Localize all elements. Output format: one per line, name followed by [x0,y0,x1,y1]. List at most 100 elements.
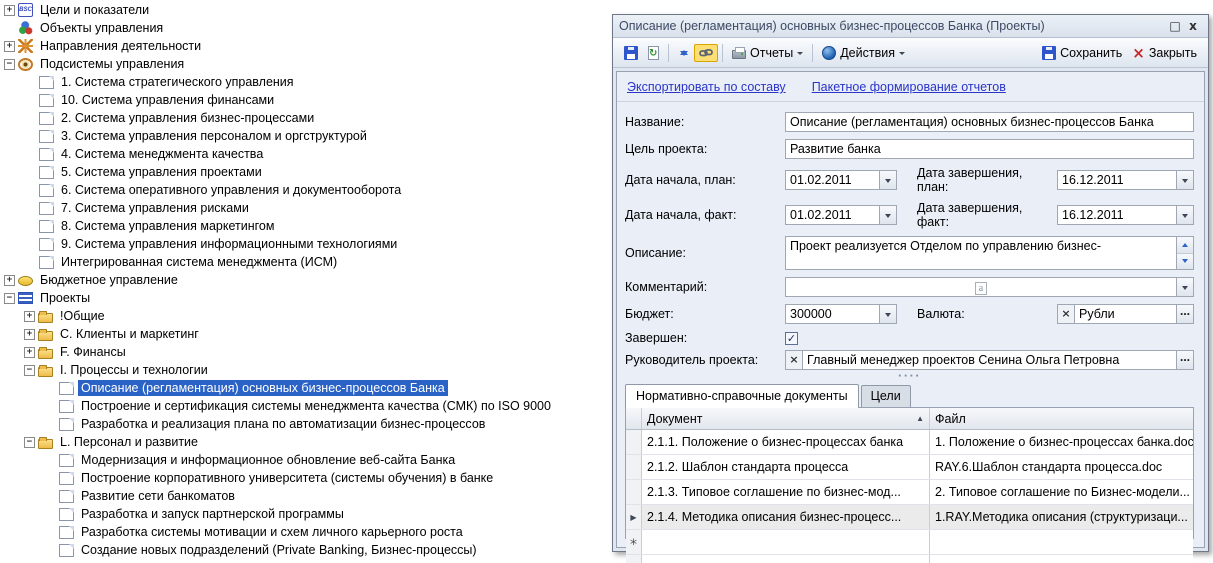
maximize-icon[interactable]: □ [1166,17,1184,35]
tree-item[interactable]: 2. Система управления бизнес-процессами [0,109,612,127]
tree-item[interactable]: Объекты управления [0,19,612,37]
tree-item[interactable]: + C. Клиенты и маркетинг [0,325,612,343]
row-selector[interactable]: ▶ [626,505,642,529]
expand-icon[interactable]: + [4,41,15,52]
collapse-icon[interactable]: − [4,293,15,304]
expand-icon[interactable]: + [4,5,15,16]
tree-item[interactable]: Описание (регламентация) основных бизнес… [0,379,612,397]
tree-item-label[interactable]: Разработка и реализация плана по автомат… [78,416,488,432]
tree-item[interactable]: Интегрированная система менеджмента (ИСМ… [0,253,612,271]
tree-item[interactable]: Разработка и реализация плана по автомат… [0,415,612,433]
table-row[interactable]: ▶2.1.4. Методика описания бизнес-процесс… [626,505,1193,530]
tree-item-label[interactable]: Направления деятельности [37,38,204,54]
tree-item[interactable]: Развитие сети банкоматов [0,487,612,505]
tab-documents[interactable]: Нормативно-справочные документы [625,384,859,408]
tree-item[interactable]: − Проекты [0,289,612,307]
cell-file[interactable]: 2. Типовое соглашение по Бизнес-модели..… [930,480,1193,504]
tree-item-label[interactable]: C. Клиенты и маркетинг [57,326,202,342]
tree-item[interactable]: 7. Система управления рисками [0,199,612,217]
end-fact-field[interactable]: 16.12.2011 [1057,205,1194,225]
description-field[interactable]: Проект реализуется Отделом по управлению… [785,236,1194,270]
goal-field[interactable]: Развитие банка [785,139,1194,159]
currency-field[interactable]: × Рубли … [1057,304,1194,324]
tree-item-label[interactable]: Цели и показатели [37,2,152,18]
tree-item-label[interactable]: 2. Система управления бизнес-процессами [58,110,317,126]
expand-icon[interactable]: + [24,347,35,358]
tree-item-label[interactable]: Построение корпоративного университета (… [78,470,496,486]
clear-icon[interactable]: × [786,351,803,369]
tree-item[interactable]: + Цели и показатели [0,1,612,19]
column-header-file[interactable]: Файл [930,408,1193,429]
cell-document[interactable]: 2.1.2. Шаблон стандарта процесса [642,455,930,479]
tree-item-label[interactable]: 7. Система управления рисками [58,200,252,216]
tree-item-label[interactable]: Разработка и запуск партнерской программ… [78,506,347,522]
reports-button[interactable]: Отчеты [727,43,808,63]
tree-item-label[interactable]: 10. Система управления финансами [58,92,277,108]
tree-item-label[interactable]: Развитие сети банкоматов [78,488,238,504]
tree-item[interactable]: 8. Система управления маркетингом [0,217,612,235]
save-button-icon[interactable] [619,43,643,63]
collapse-icon[interactable]: − [24,437,35,448]
tree-item[interactable]: + Направления деятельности [0,37,612,55]
collapse-icon[interactable]: − [24,365,35,376]
ellipsis-button[interactable]: … [1176,305,1193,323]
dropdown-icon[interactable] [879,171,896,189]
close-button[interactable]: × Закрыть [1127,43,1202,63]
tree-item-label[interactable]: 6. Система оперативного управления и док… [58,182,404,198]
tree-item-label[interactable]: Объекты управления [37,20,166,36]
tree-item-label[interactable]: Построение и сертификация системы менедж… [78,398,554,414]
link-toggle-button[interactable] [694,44,718,62]
batch-reports-link[interactable]: Пакетное формирование отчетов [812,80,1006,94]
collapse-icon[interactable]: − [4,59,15,70]
tree-item[interactable]: −Подсистемы управления [0,55,612,73]
tree-item[interactable]: 1. Система стратегического управления [0,73,612,91]
save-button[interactable]: Сохранить [1037,43,1127,63]
cell-document[interactable]: 2.1.1. Положение о бизнес-процессах банк… [642,430,930,454]
tree-item[interactable]: −L. Персонал и развитие [0,433,612,451]
table-row[interactable]: 2.1.1. Положение о бизнес-процессах банк… [626,430,1193,455]
tree-item-label[interactable]: 5. Система управления проектами [58,164,265,180]
column-header-document[interactable]: Документ ▲ [642,408,930,429]
tab-goals[interactable]: Цели [861,385,911,407]
dropdown-icon[interactable] [879,305,896,323]
tree-item-label[interactable]: 9. Система управления информационными те… [58,236,400,252]
tree-item[interactable]: Разработка и запуск партнерской программ… [0,505,612,523]
expand-icon[interactable]: + [24,329,35,340]
row-selector[interactable] [626,455,642,479]
cell-file[interactable]: 1.RAY.Методика описания (структуризаци..… [930,505,1193,529]
expand-icon[interactable]: + [24,311,35,322]
cell-document[interactable]: 2.1.3. Типовое соглашение по бизнес-мод.… [642,480,930,504]
new-row[interactable]: * [626,530,1193,555]
start-plan-field[interactable]: 01.02.2011 [785,170,897,190]
expand-icon[interactable]: + [4,275,15,286]
tree-item-label[interactable]: 3. Система управления персоналом и оргст… [58,128,370,144]
scroll-down-icon[interactable] [1177,254,1193,270]
tree-item[interactable]: + F. Финансы [0,343,612,361]
tree-item[interactable]: Построение и сертификация системы менедж… [0,397,612,415]
tree-item-label[interactable]: 1. Система стратегического управления [58,74,297,90]
cell-document[interactable]: 2.1.4. Методика описания бизнес-процесс.… [642,505,930,529]
tree-item-label[interactable]: 4. Система менеджмента качества [58,146,266,162]
budget-field[interactable]: 300000 [785,304,897,324]
tree-item[interactable]: +Бюджетное управление [0,271,612,289]
tree-item[interactable]: 5. Система управления проектами [0,163,612,181]
start-fact-field[interactable]: 01.02.2011 [785,205,897,225]
name-field[interactable]: Описание (регламентация) основных бизнес… [785,112,1194,132]
row-selector[interactable] [626,430,642,454]
tree-item[interactable]: 9. Система управления информационными те… [0,235,612,253]
cell-file[interactable]: RAY.6.Шаблон стандарта процесса.doc [930,455,1193,479]
export-link[interactable]: Экспортировать по составу [627,80,786,94]
tree-item-label[interactable]: F. Финансы [57,344,129,360]
tree-item-label[interactable]: !Общие [57,308,108,324]
tree-item-label[interactable]: Проекты [37,290,93,306]
tree-item[interactable]: 4. Система менеджмента качества [0,145,612,163]
tree-item[interactable]: 10. Система управления финансами [0,91,612,109]
tree-item-label[interactable]: Разработка системы мотивации и схем личн… [78,524,466,540]
tree-item-label[interactable]: Интегрированная система менеджмента (ИСМ… [58,254,340,270]
dropdown-icon[interactable] [1176,171,1193,189]
tree-item-label[interactable]: Создание новых подразделений (Private Ba… [78,542,480,558]
tree-item-label[interactable]: 8. Система управления маркетингом [58,218,277,234]
end-plan-field[interactable]: 16.12.2011 [1057,170,1194,190]
actions-button[interactable]: Действия [817,43,910,63]
row-selector[interactable] [626,480,642,504]
